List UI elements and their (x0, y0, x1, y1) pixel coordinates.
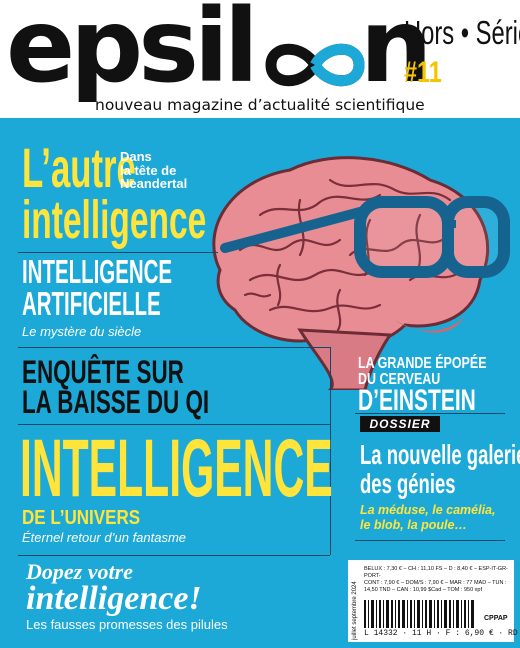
issue-number: #11 (404, 56, 442, 89)
story-autre-kicker-line2: la tête de (120, 162, 177, 178)
story-dossier-subtitle-line1: La méduse, le camélia, (360, 503, 496, 517)
hors-serie-label: Hors • Série (404, 14, 520, 51)
infinity-logo-icon (265, 43, 365, 87)
story-dossier-title-line1: La nouvelle galerie (360, 439, 520, 470)
divider (355, 413, 505, 414)
story-autre-title-line1: L’autre (22, 136, 136, 199)
story-autre-title-line2: intelligence (22, 190, 207, 250)
story-univers-title: INTELLIGENCE (20, 423, 333, 514)
story-einstein-line3: D’EINSTEIN (358, 384, 476, 417)
story-univers-subtitle: Éternel retour d’un fantasme (22, 530, 187, 545)
issue-date-vertical: juillet septembre 2024 (352, 581, 358, 640)
price-list: BELUX : 7,30 € – CH : 11,10 FS – D : 8,4… (364, 566, 512, 594)
price-line: 14,50 TND – CAN : 10,99 $Cad – TOM : 950… (364, 586, 483, 593)
divider (355, 540, 505, 541)
divider (18, 555, 330, 556)
story-einstein-line1: LA GRANDE ÉPOPÉE (358, 355, 487, 372)
story-enquete-line2: LA BAISSE DU QI (22, 384, 210, 420)
story-dopez-subtitle: Les fausses promesses des pilules (26, 617, 228, 632)
brain-with-glasses-illustration (212, 156, 510, 390)
brand-text-part1: epsil (6, 0, 259, 106)
story-autre-kicker: Dans la tête de Neandertal (120, 150, 210, 191)
story-ia-title-line1: INTELLIGENCE (22, 253, 173, 290)
story-ia-subtitle: Le mystère du siècle (22, 324, 142, 339)
masthead: epsil n Hors • Série #11 nouveau magazine… (0, 0, 520, 118)
story-univers-subtitle-upper: DE L’UNIVERS (22, 507, 141, 529)
cppap-label: CPPAP (484, 615, 508, 622)
story-dossier-subtitle-line2: le blob, la poule… (360, 518, 467, 532)
story-autre-kicker-line3: Neandertal (120, 176, 188, 192)
barcode-code: L 14332 · 11 H · F : 6,90 € · RD (364, 629, 518, 638)
price-line: CONT : 7,90 € – DOM/S : 7,90 € – MAR : 7… (364, 579, 507, 586)
story-autre-kicker-line1: Dans (120, 149, 152, 164)
price-line: BELUX : 7,30 € – CH : 11,10 FS – D : 8,4… (364, 566, 508, 579)
magazine-cover: epsil n Hors • Série #11 nouveau magazine… (0, 0, 520, 648)
dossier-badge: DOSSIER (360, 416, 440, 432)
barcode-icon (364, 600, 474, 628)
divider (18, 347, 330, 348)
story-ia-title-line2: ARTIFICIELLE (22, 285, 161, 322)
story-dopez-line2: intelligence! (26, 580, 202, 617)
tagline: nouveau magazine d’actualité scientifiqu… (95, 96, 425, 114)
story-dossier-title-line2: des génies (360, 468, 456, 499)
